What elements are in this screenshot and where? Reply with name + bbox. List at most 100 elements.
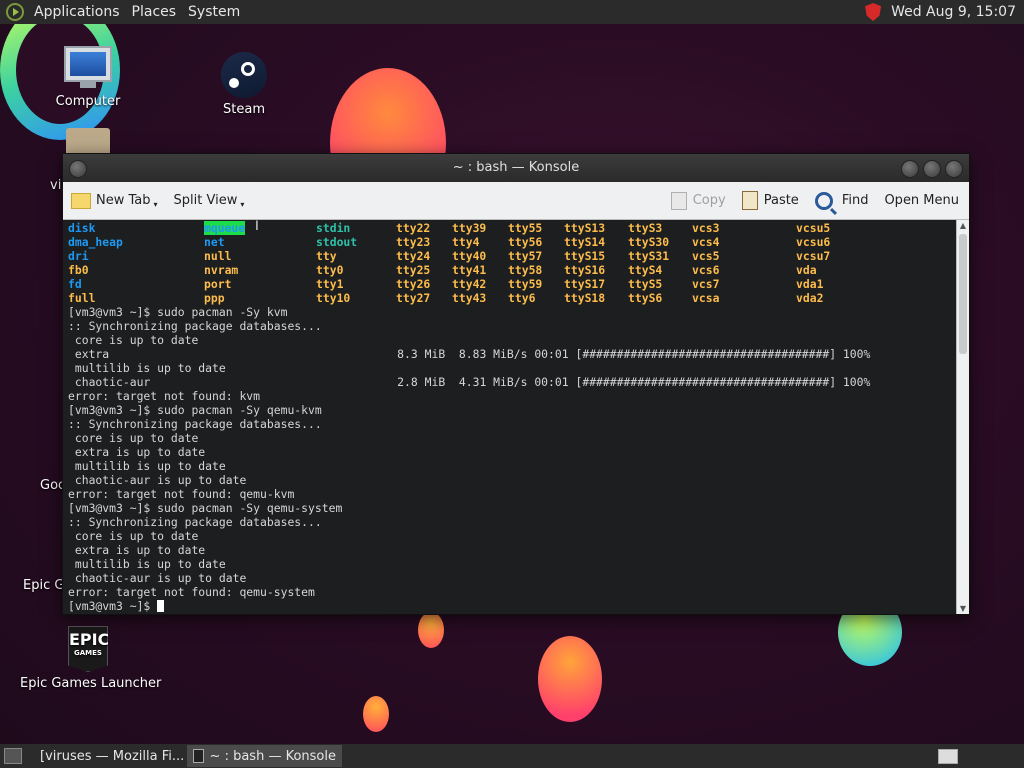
epic-games-icon: EPIC GAMES xyxy=(68,626,108,672)
device-entry: ttyS14 xyxy=(564,235,606,249)
output-line: error: target not found: qemu-system xyxy=(68,585,315,599)
device-entry: dma_heap xyxy=(68,235,123,249)
prompt-line[interactable]: [vm3@vm3 ~]$ xyxy=(68,599,957,613)
scroll-up-icon[interactable]: ▲ xyxy=(957,221,969,230)
device-entry: ttyS16 xyxy=(564,263,606,277)
device-row: full ppp tty10 tty27 tty43 tty6 ttyS18 ttyS6 vcs… xyxy=(68,291,957,305)
taskbar-item-label: [viruses — Mozilla Fi... xyxy=(40,748,183,764)
new-tab-button[interactable]: New Tab ▾ xyxy=(63,182,166,219)
output-line: chaotic-aur is up to date xyxy=(68,473,247,487)
device-entry: vcs6 xyxy=(692,263,720,277)
distro-logo-icon[interactable] xyxy=(6,3,24,21)
device-entry: vcs3 xyxy=(692,221,720,235)
find-button[interactable]: Find xyxy=(807,182,877,219)
output-line: multilib is up to date xyxy=(68,557,226,571)
device-entry: full xyxy=(68,291,96,305)
device-entry: stdin xyxy=(316,221,351,235)
device-entry: tty1 xyxy=(316,277,344,291)
device-row: fb0 nvram tty0 tty25 tty41 tty58 ttyS16 ttyS4 vc… xyxy=(68,263,957,277)
maximize-button[interactable] xyxy=(923,160,941,178)
terminal-scrollbar[interactable]: ▲ ▼ xyxy=(956,220,969,614)
device-entry: tty23 xyxy=(396,235,431,249)
text-cursor xyxy=(157,600,165,612)
computer-icon xyxy=(64,46,112,88)
device-entry: vcsu5 xyxy=(796,221,831,235)
device-entry: tty59 xyxy=(508,277,543,291)
output-line: chaotic-aur is up to date xyxy=(68,571,247,585)
device-entry: vda1 xyxy=(796,277,824,291)
device-entry: vcs7 xyxy=(692,277,720,291)
paste-icon xyxy=(741,191,758,210)
device-row: fd port tty1 tty26 tty42 tty59 ttyS17 ttyS5 vcs7… xyxy=(68,277,957,291)
top-panel: Applications Places System Wed Aug 9, 15… xyxy=(0,0,1024,24)
terminal-icon xyxy=(193,749,204,763)
desktop-icon-epic-games[interactable]: EPIC GAMES Epic Games Launcher xyxy=(20,626,162,691)
output-line: extra is up to date xyxy=(68,543,206,557)
open-menu-label: Open Menu xyxy=(884,193,959,208)
output-line: chaotic-aur 2.8 MiB 4.31 MiB/s 00:01 [##… xyxy=(68,375,871,389)
clock[interactable]: Wed Aug 9, 15:07 xyxy=(891,4,1024,20)
taskbar-item-konsole[interactable]: ~ : bash — Konsole xyxy=(187,745,342,767)
copy-icon xyxy=(670,191,687,210)
desktop-icon-steam[interactable]: Steam xyxy=(189,52,299,117)
menu-places[interactable]: Places xyxy=(126,0,183,24)
device-entry: disk xyxy=(68,221,96,235)
scrollbar-thumb[interactable] xyxy=(959,234,967,354)
device-entry: ttyS31 xyxy=(628,249,670,263)
desktop-icon-label-partial: vi xyxy=(50,178,62,193)
device-entry: ttyS15 xyxy=(564,249,606,263)
device-entry: vcs4 xyxy=(692,235,720,249)
device-entry: ttyS4 xyxy=(628,263,663,277)
wallpaper-mid-blob xyxy=(538,636,602,722)
device-entry: ppp xyxy=(204,291,225,305)
open-menu-button[interactable]: Open Menu xyxy=(876,182,969,219)
desktop-icon-computer[interactable]: Computer xyxy=(33,46,143,109)
device-entry: nvram xyxy=(204,263,239,277)
terminal-output[interactable]: disk mqueue stdin tty22 tty39 tty55 ttyS13 ttyS… xyxy=(63,220,957,614)
output-line: error: target not found: kvm xyxy=(68,389,261,403)
command-output: [vm3@vm3 ~]$ sudo pacman -Sy kvm:: Synch… xyxy=(68,305,957,599)
device-entry: ttyS6 xyxy=(628,291,663,305)
device-entry: tty42 xyxy=(452,277,487,291)
device-entry: tty43 xyxy=(452,291,487,305)
shield-icon[interactable] xyxy=(865,3,882,21)
device-entry: vcsu7 xyxy=(796,249,831,263)
device-entry: port xyxy=(204,277,232,291)
device-entry: stdout xyxy=(316,235,358,249)
output-line: [vm3@vm3 ~]$ sudo pacman -Sy kvm xyxy=(68,305,288,319)
window-menu-button[interactable] xyxy=(69,160,87,178)
copy-label: Copy xyxy=(692,193,726,208)
device-entry: ttyS17 xyxy=(564,277,606,291)
workspace-switcher-icon[interactable] xyxy=(938,749,958,764)
copy-button[interactable]: Copy xyxy=(663,182,734,219)
device-entry: mqueue xyxy=(204,221,246,235)
output-line: :: Synchronizing package databases... xyxy=(68,417,322,431)
device-entry: tty26 xyxy=(396,277,431,291)
epic-logo-text: EPIC xyxy=(69,630,110,649)
split-view-button[interactable]: Split View ▾ xyxy=(166,182,253,219)
output-line: core is up to date xyxy=(68,431,199,445)
minimize-button[interactable] xyxy=(901,160,919,178)
chevron-down-icon: ▾ xyxy=(240,200,245,209)
device-entry: vda2 xyxy=(796,291,824,305)
scroll-down-icon[interactable]: ▼ xyxy=(957,604,969,613)
window-titlebar[interactable]: ~ : bash — Konsole xyxy=(63,154,969,182)
device-entry: tty10 xyxy=(316,291,351,305)
menu-system[interactable]: System xyxy=(182,0,246,24)
close-button[interactable] xyxy=(945,160,963,178)
desktop-icon-label: Computer xyxy=(55,94,121,109)
output-line: [vm3@vm3 ~]$ sudo pacman -Sy qemu-kvm xyxy=(68,403,322,417)
paste-button[interactable]: Paste xyxy=(734,182,807,219)
chevron-down-icon[interactable]: ▾ xyxy=(154,200,158,209)
device-row: dri null tty tty24 tty40 tty57 ttyS15 ttyS31 vcs… xyxy=(68,249,957,263)
device-entry: tty56 xyxy=(508,235,543,249)
output-line: core is up to date xyxy=(68,333,199,347)
desktop-icon-label: Steam xyxy=(223,102,265,117)
menu-applications[interactable]: Applications xyxy=(28,0,126,24)
show-desktop-icon[interactable] xyxy=(4,748,22,764)
taskbar-item-firefox[interactable]: [viruses — Mozilla Fi... xyxy=(28,745,183,767)
device-entry: fd xyxy=(68,277,82,291)
desktop-icon-label: Epic Games Launcher xyxy=(20,676,162,691)
konsole-window[interactable]: ~ : bash — Konsole New Tab ▾ Split View … xyxy=(62,153,970,615)
find-label: Find xyxy=(841,193,869,208)
